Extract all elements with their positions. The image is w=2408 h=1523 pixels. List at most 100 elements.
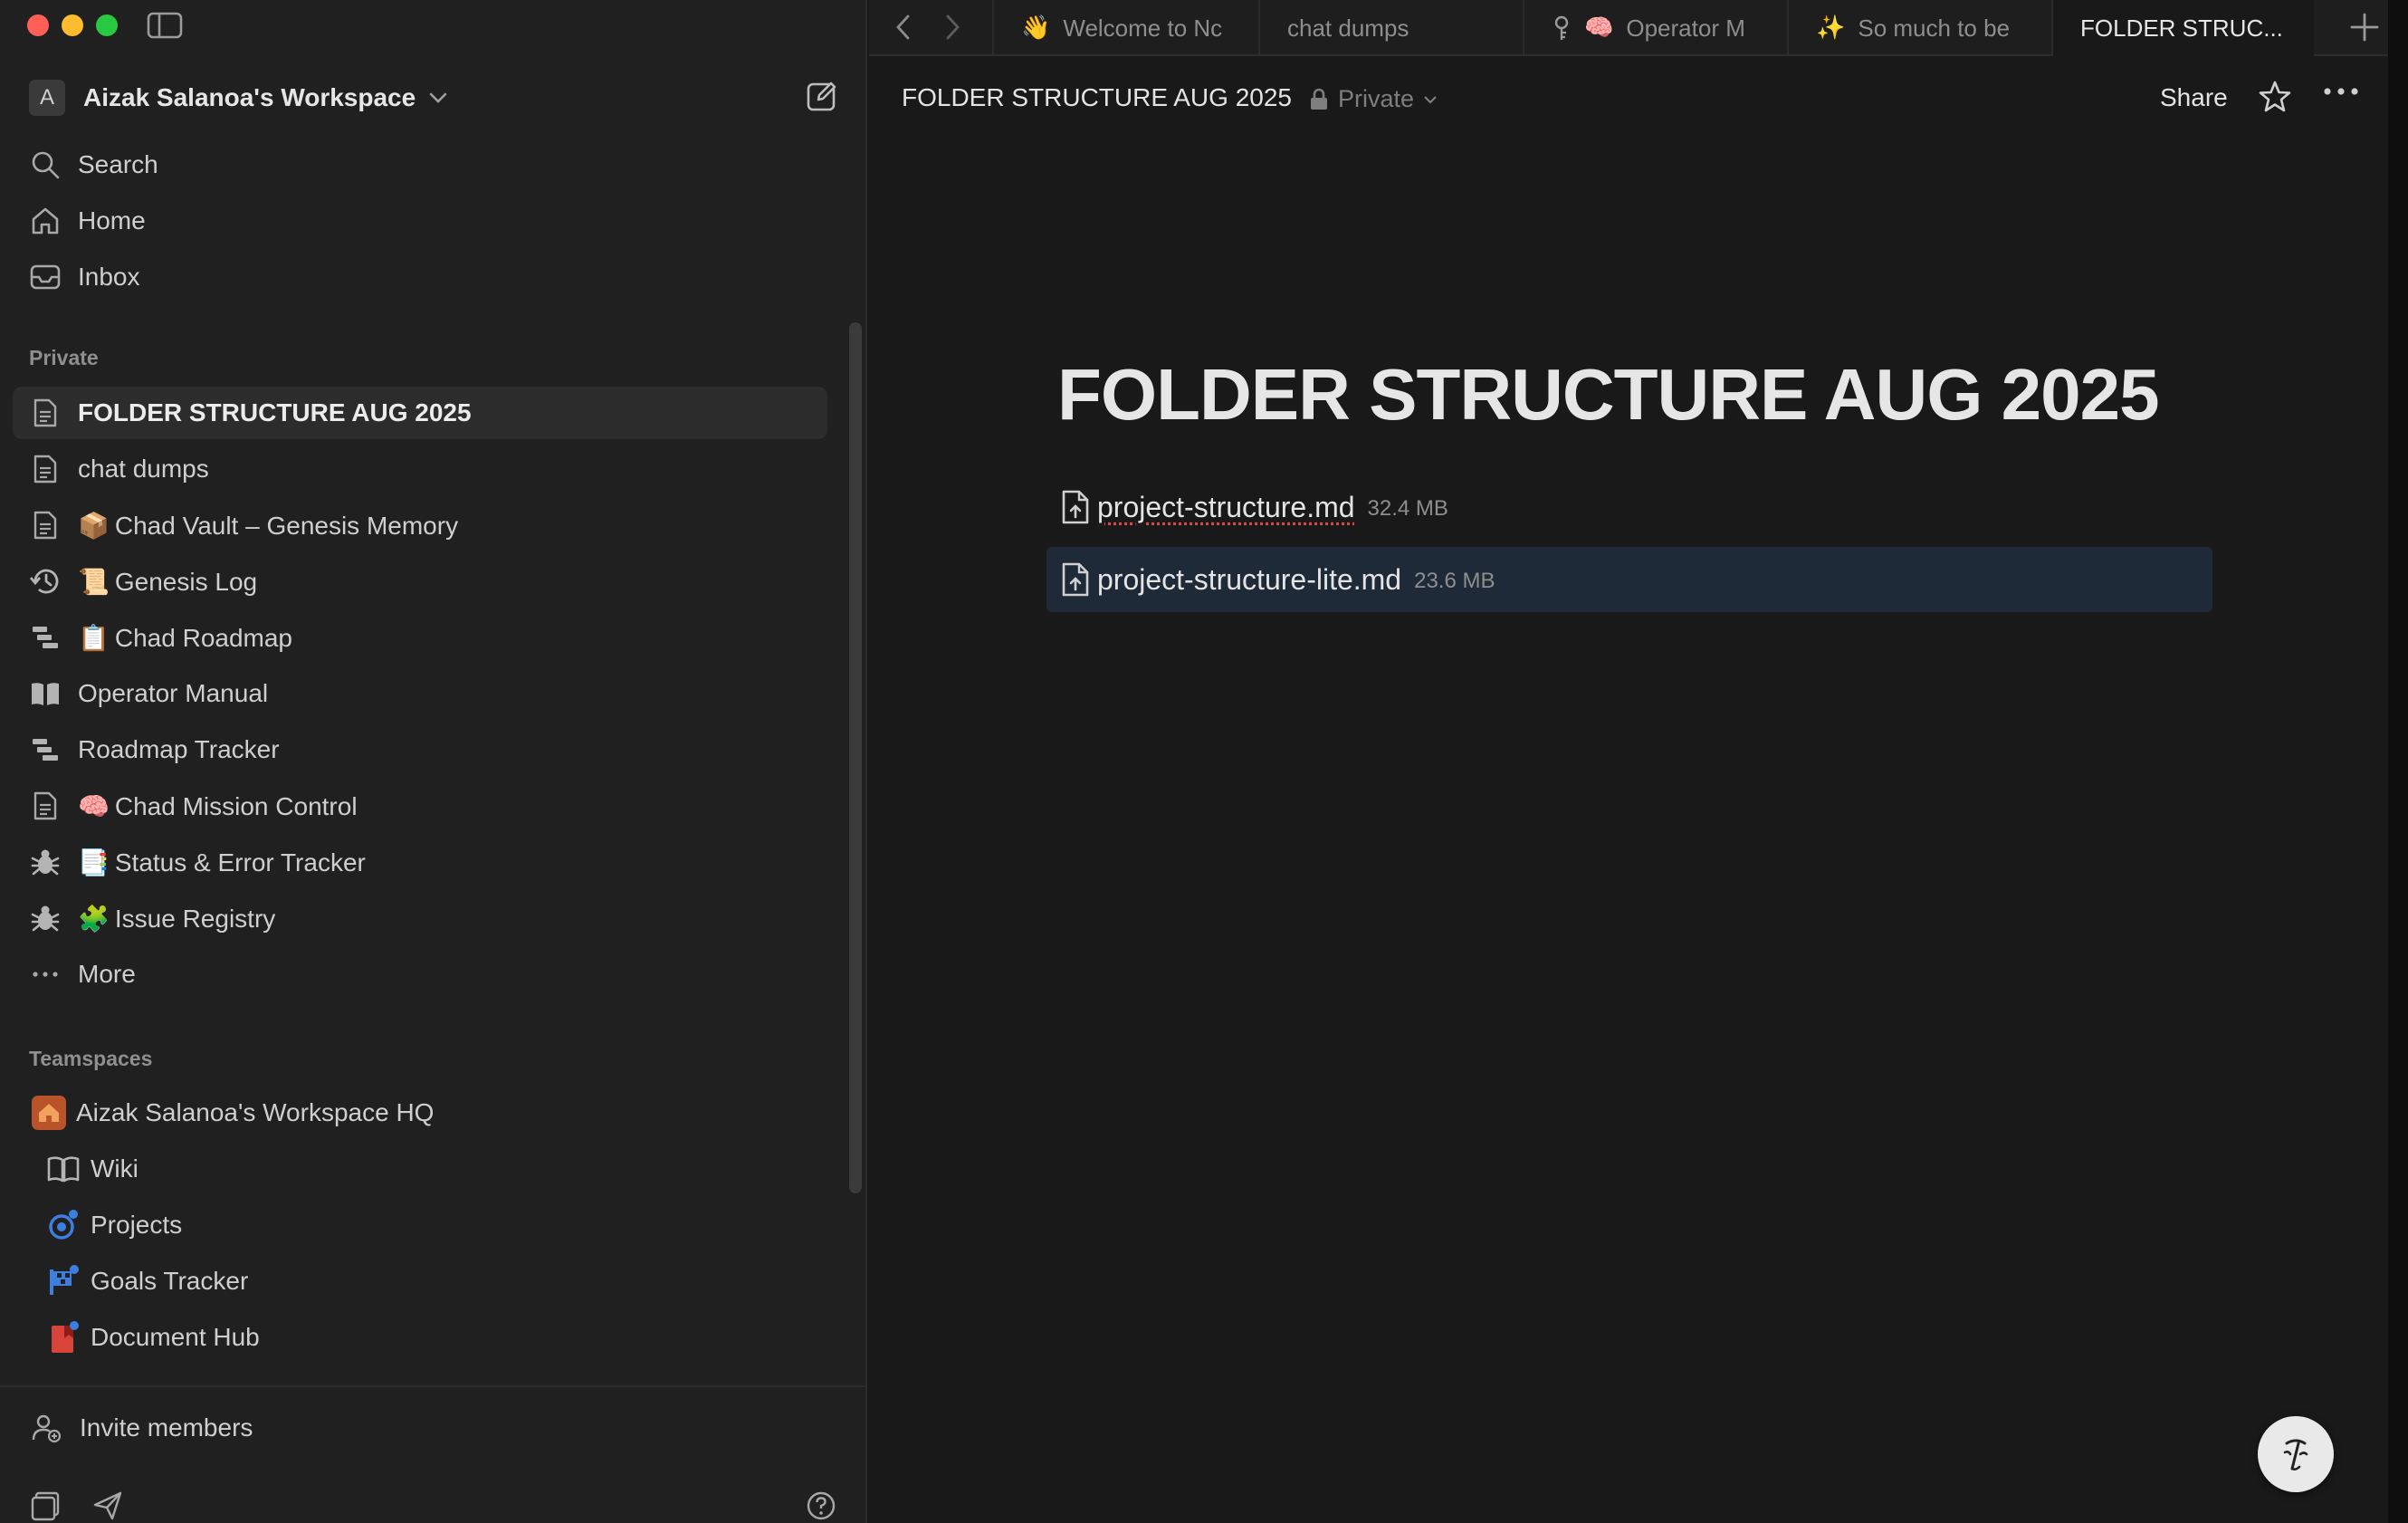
search-icon [13,149,78,180]
teamspaces-section-label: Teamspaces [29,1047,153,1070]
sidebar-item-chad-roadmap[interactable]: 📋 Chad Roadmap [13,611,827,664]
wiki-book-icon [42,1155,85,1183]
bug-icon [13,903,78,934]
teamspace-item-label: Document Hub [91,1323,260,1351]
teamspace-item-projects[interactable]: Projects [42,1199,838,1251]
back-arrow-icon[interactable] [894,13,913,42]
workspace-name: Aizak Salanoa's Workspace [83,83,416,111]
assistant-face-icon [2274,1432,2317,1476]
page-icon [13,510,78,541]
scroll-emoji-icon: 📜 [78,566,110,597]
tab-label: chat dumps [1287,14,1409,42]
sidebar-item-issue-registry[interactable]: 🧩 Issue Registry [13,892,827,944]
sidebar-item-chad-mission-control[interactable]: 🧠 Chad Mission Control [13,780,827,832]
sidebar-item-status-error-tracker[interactable]: 📑 Status & Error Tracker [13,836,827,888]
minimize-window-button[interactable] [62,14,83,36]
tab-label: Welcome to Nc [1063,14,1223,42]
tab-label: FOLDER STRUC... [2080,14,2283,42]
file-attachment-row[interactable]: project-structure.md 32.4 MB [1046,474,2212,540]
file-attachment-row[interactable]: project-structure-lite.md 23.6 MB [1046,547,2212,612]
nav-label: Home [78,206,146,235]
projects-icon [42,1208,85,1242]
sidebar-item-label: More [78,960,136,988]
private-section-label: Private [29,346,99,369]
tab-folder-structure[interactable]: FOLDER STRUC... [2051,0,2314,56]
sidebar-item-label: Issue Registry [114,904,276,933]
inbox-icon [13,263,78,291]
tab-label: So much to be [1858,14,2011,42]
nav-home[interactable]: Home [13,195,827,247]
sidebar-toggle-icon[interactable] [147,11,183,40]
chevron-down-icon [428,91,448,104]
nav-inbox[interactable]: Inbox [13,251,827,303]
teamspace-hq[interactable]: Aizak Salanoa's Workspace HQ [27,1087,824,1139]
sidebar-scrollbar[interactable] [849,322,862,1193]
close-window-button[interactable] [27,14,49,36]
sidebar-item-folder-structure[interactable]: FOLDER STRUCTURE AUG 2025 [13,387,827,439]
add-person-icon [31,1413,62,1443]
tab-welcome[interactable]: 👋 Welcome to Nc [992,0,1258,56]
sidebar-item-roadmap-tracker[interactable]: Roadmap Tracker [13,723,827,776]
privacy-dropdown[interactable]: Private [1309,85,1438,113]
bookmark-tabs-emoji-icon: 📑 [78,847,110,877]
teamspace-item-goals-tracker[interactable]: Goals Tracker [42,1255,838,1307]
calendar-icon[interactable] [31,1490,62,1521]
workspace-avatar: A [29,80,65,116]
book-icon [13,680,78,707]
sidebar-divider [0,1385,865,1387]
favorite-star-icon[interactable] [2258,80,2292,114]
breadcrumb[interactable]: FOLDER STRUCTURE AUG 2025 [902,83,1292,112]
zoom-window-button[interactable] [96,14,118,36]
sidebar-footer [31,1490,123,1521]
bug-icon [13,847,78,877]
puzzle-emoji-icon: 🧩 [78,903,110,934]
sparkles-emoji-icon: ✨ [1816,14,1846,42]
brain-emoji-icon: 🧠 [78,790,110,821]
help-icon[interactable] [806,1490,836,1521]
send-icon[interactable] [92,1490,123,1521]
more-options-icon[interactable] [2323,87,2359,96]
workspace-switcher[interactable]: A Aizak Salanoa's Workspace [29,80,838,116]
sidebar-item-operator-manual[interactable]: Operator Manual [13,667,827,720]
history-icon [13,566,78,597]
invite-members-button[interactable]: Invite members [31,1413,253,1443]
forward-arrow-icon[interactable] [943,13,961,42]
teamspace-item-document-hub[interactable]: Document Hub [42,1311,838,1364]
share-button[interactable]: Share [2160,83,2228,112]
sidebar: A Aizak Salanoa's Workspace Search Home … [0,0,867,1523]
page-title[interactable]: FOLDER STRUCTURE AUG 2025 [1057,353,2160,436]
background-window-edge [2388,0,2408,1523]
file-name[interactable]: project-structure-lite.md [1097,563,1401,597]
pin-icon [1552,14,1572,42]
lock-icon [1309,88,1329,111]
tab-chat-dumps[interactable]: chat dumps [1258,0,1523,56]
sidebar-more[interactable]: More [13,948,827,1001]
timeline-icon [13,736,78,763]
page-icon [13,398,78,428]
invite-members-label: Invite members [80,1413,253,1442]
tab-operator-manual[interactable]: 🧠 Operator M [1523,0,1787,56]
file-name[interactable]: project-structure.md [1097,491,1355,524]
tab-so-much[interactable]: ✨ So much to be [1787,0,2051,56]
chevron-down-icon [1423,95,1438,104]
nav-label: Search [78,150,158,178]
ai-assistant-button[interactable] [2258,1416,2334,1492]
teamspace-home-icon [27,1096,71,1130]
goals-icon [42,1264,85,1298]
nav-search[interactable]: Search [13,139,827,191]
window-controls [27,14,118,36]
file-upload-icon [1061,489,1090,525]
new-page-icon[interactable] [806,80,838,112]
new-tab-plus-icon[interactable] [2348,11,2381,43]
teamspace-item-label: Goals Tracker [91,1267,249,1295]
sidebar-item-chad-vault[interactable]: 📦 Chad Vault – Genesis Memory [13,499,827,551]
teamspace-item-wiki[interactable]: Wiki [42,1143,838,1195]
more-dots-icon [13,971,78,978]
sidebar-item-label: Genesis Log [114,567,258,596]
teamspace-item-label: Projects [91,1211,183,1239]
file-size: 32.4 MB [1367,496,1448,521]
page-icon [13,454,78,484]
sidebar-item-chat-dumps[interactable]: chat dumps [13,443,827,495]
document-hub-icon [42,1320,85,1355]
sidebar-item-genesis-log[interactable]: 📜 Genesis Log [13,555,827,608]
